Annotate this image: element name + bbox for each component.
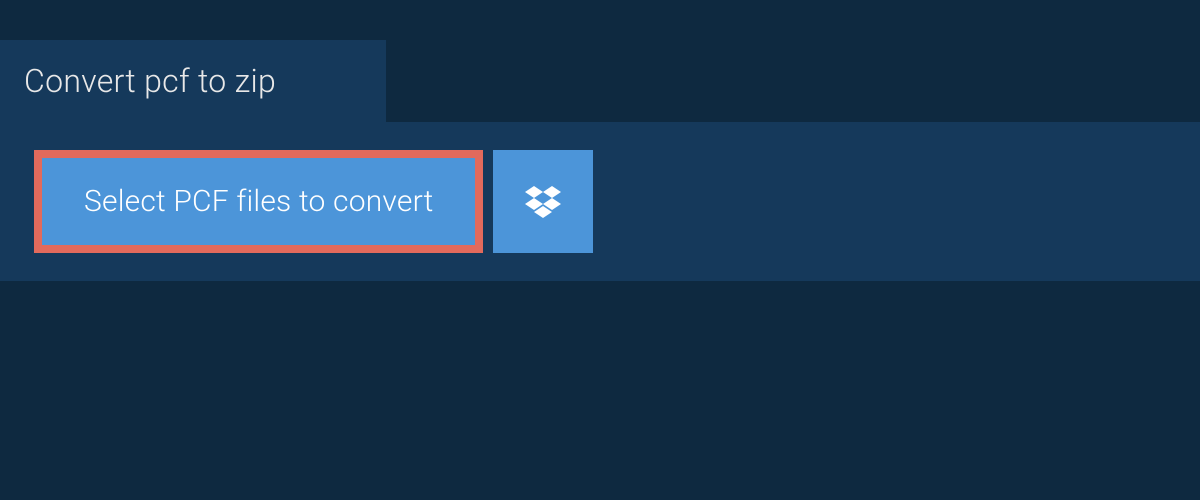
tab-header: Convert pcf to zip [0, 40, 386, 122]
button-row: Select PCF files to convert [34, 150, 1166, 253]
select-files-button[interactable]: Select PCF files to convert [34, 150, 483, 253]
dropbox-icon [525, 186, 561, 218]
dropbox-button[interactable] [493, 150, 593, 253]
select-files-label: Select PCF files to convert [84, 184, 433, 219]
page-title: Convert pcf to zip [24, 62, 354, 100]
content-panel: Select PCF files to convert [0, 122, 1200, 281]
